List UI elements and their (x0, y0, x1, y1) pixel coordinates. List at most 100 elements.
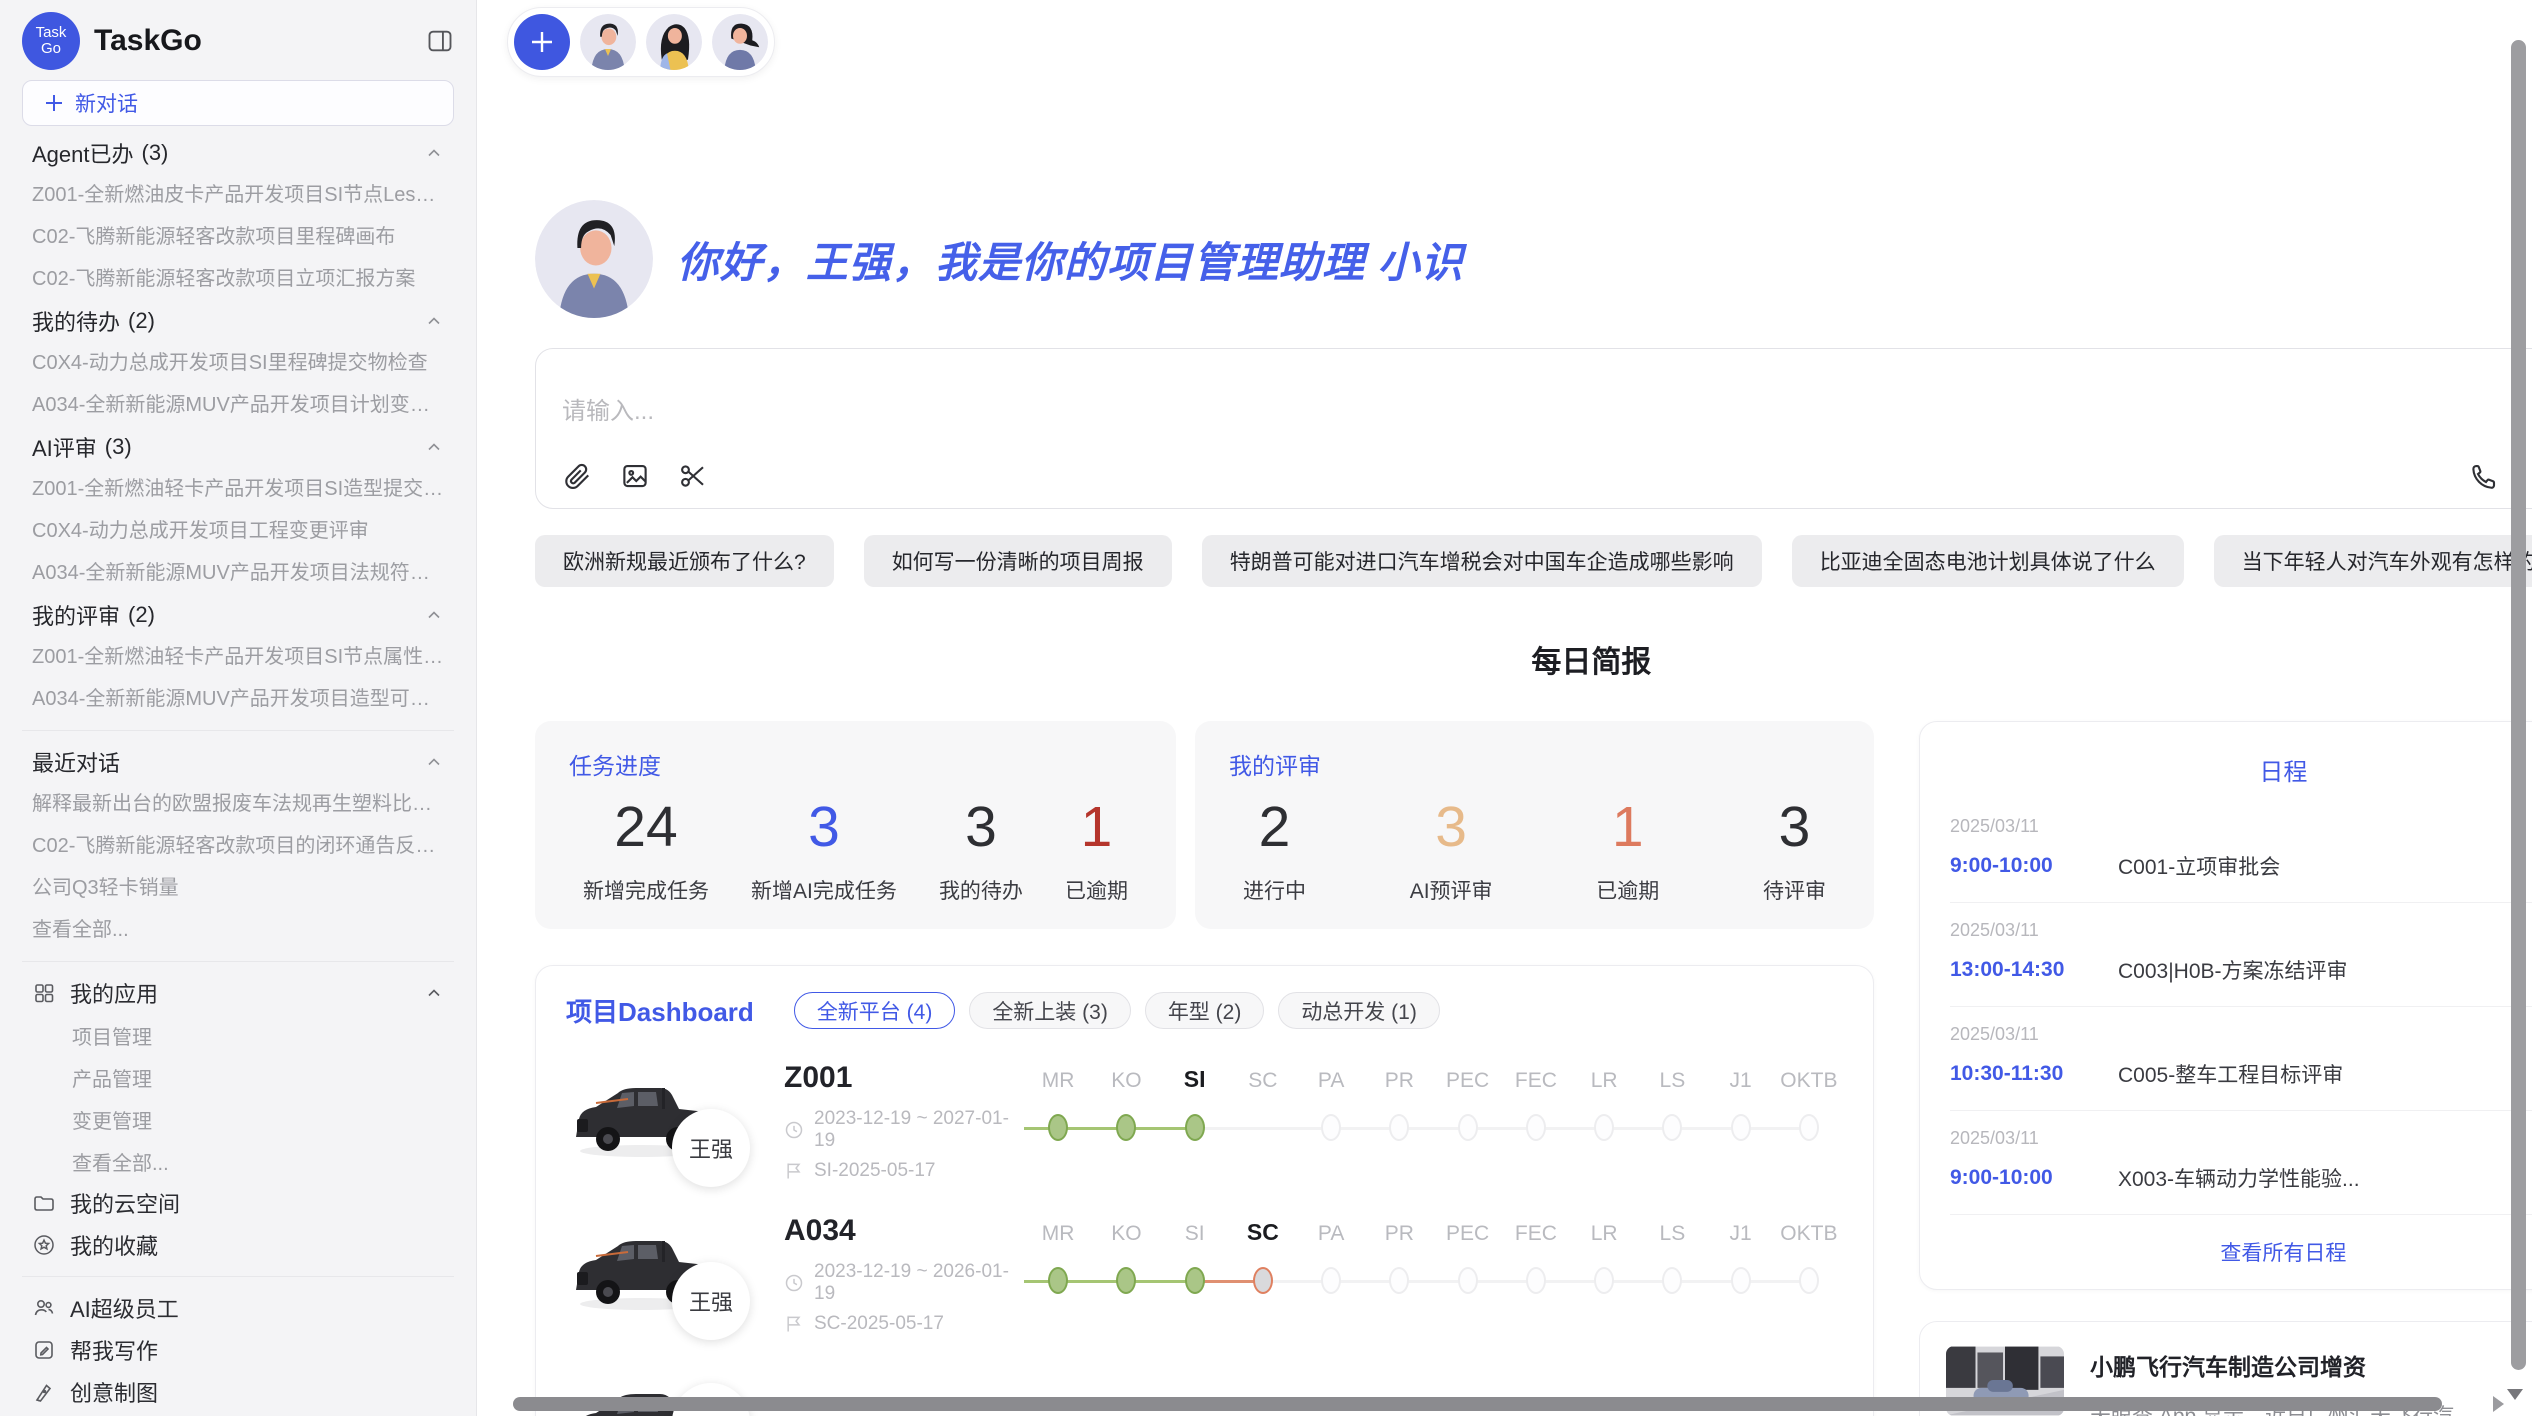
milestone-dot (1662, 1114, 1682, 1141)
contact-avatar-1[interactable] (580, 14, 636, 70)
milestone-label: J1 (1730, 1061, 1752, 1093)
stat-ai-done: 3 新增AI完成任务 (751, 795, 897, 905)
sidebar-item-product-mgmt[interactable]: 产品管理 (22, 1056, 454, 1098)
suggestion-chip[interactable]: 当下年轻人对汽车外观有怎样的喜好趋势 (2214, 535, 2532, 587)
sidebar-item[interactable]: Z001-全新燃油轻卡产品开发项目SI造型提交物评审 (22, 468, 454, 510)
sidebar-item-favorites[interactable]: 我的收藏 (22, 1224, 454, 1266)
schedule-event: 2025/03/11 13:00-14:30 C003|H0B-方案冻结评审 加… (1950, 903, 2532, 1007)
schedule-event: 2025/03/11 9:00-10:00 C001-立项审批会 加入 (1950, 799, 2532, 903)
clock-icon (784, 1273, 804, 1293)
filter-pill[interactable]: 动总开发 (1) (1278, 992, 1440, 1029)
milestone-dot (1526, 1114, 1546, 1141)
milestone-label: PEC (1446, 1061, 1489, 1093)
project-row-z001[interactable]: 王强 Z001 2023-12-19 ~ 2027-01-19 SI-2025-… (566, 1059, 1843, 1182)
suggestion-chip[interactable]: 如何写一份清晰的项目周报 (864, 535, 1172, 587)
scroll-down-arrow-icon[interactable] (2507, 1389, 2523, 1400)
filter-pill[interactable]: 年型 (2) (1145, 992, 1265, 1029)
main-area: 王强 你好，王强，我是你的项目管理助理 小识 欧洲新 (477, 0, 2532, 1416)
sidebar-item[interactable]: 公司Q3轻卡销量 (22, 867, 454, 909)
stat-in-progress: 2 进行中 (1243, 795, 1306, 905)
event-time: 10:30-11:30 (1950, 1062, 2118, 1086)
sidebar-item[interactable]: 解释最新出台的欧盟报废车法规再生塑料比例被调至15%... (22, 783, 454, 825)
sidebar-section-agent-done[interactable]: Agent已办(3) (22, 132, 454, 174)
scroll-right-arrow-icon[interactable] (2493, 1396, 2504, 1412)
divider (22, 1276, 454, 1277)
sidebar-item-view-all-apps[interactable]: 查看全部... (22, 1140, 454, 1182)
horizontal-scrollbar-thumb[interactable] (513, 1397, 2442, 1411)
sidebar-item[interactable]: C02-飞腾新能源轻客改款项目的闭环通告反馈情况 (22, 825, 454, 867)
milestone-label: J1 (1730, 1214, 1752, 1246)
milestone-label: PR (1385, 1214, 1414, 1246)
sidebar-item[interactable]: C02-飞腾新能源轻客改款项目立项汇报方案 (22, 258, 454, 300)
sidebar-section-recent-chats[interactable]: 最近对话 (22, 741, 454, 783)
image-upload-icon[interactable] (620, 461, 650, 491)
suggestion-chip[interactable]: 欧洲新规最近颁布了什么? (535, 535, 834, 587)
sidebar-item-creative-draw[interactable]: 创意制图 (22, 1371, 454, 1413)
sidebar-item[interactable]: C0X4-动力总成开发项目SI里程碑提交物检查 (22, 342, 454, 384)
voice-call-icon[interactable] (2469, 461, 2499, 491)
sidebar-item[interactable]: A034-全新新能源MUV产品开发项目造型可行性评审 (22, 678, 454, 720)
flag-icon (784, 1314, 804, 1334)
project-date-range: 2023-12-19 ~ 2026-01-19 (814, 1261, 1024, 1305)
divider (22, 730, 454, 731)
milestone-label: SI (1184, 1061, 1206, 1093)
sidebar-toggle-icon[interactable] (426, 27, 454, 55)
stat-new-done: 24 新增完成任务 (583, 795, 709, 905)
sidebar-item[interactable]: Z001-全新燃油皮卡产品开发项目SI节点Lesson Learn报告 (22, 174, 454, 216)
chevron-up-icon (424, 752, 444, 772)
sidebar-item[interactable]: Z001-全新燃油轻卡产品开发项目SI节点属性5D文件评审 (22, 636, 454, 678)
contact-avatar-2[interactable] (646, 14, 702, 70)
event-name: X003-车辆动力学性能验... (2118, 1163, 2532, 1193)
chevron-up-icon (424, 983, 444, 1003)
scissors-icon[interactable] (678, 461, 708, 491)
contact-avatar-3[interactable] (712, 14, 768, 70)
sidebar-item-change-mgmt[interactable]: 变更管理 (22, 1098, 454, 1140)
view-all-schedule-link[interactable]: 查看所有日程 (1950, 1215, 2532, 1267)
milestone-dot (1253, 1267, 1273, 1294)
milestone-label: PA (1318, 1061, 1344, 1093)
milestone-label: LS (1660, 1061, 1686, 1093)
sidebar-item[interactable]: C02-飞腾新能源轻客改款项目里程碑画布 (22, 216, 454, 258)
suggestion-chip[interactable]: 特朗普可能对进口汽车增税会对中国车企造成哪些影响 (1202, 535, 1762, 587)
suggestion-chip[interactable]: 比亚迪全固态电池计划具体说了什么 (1792, 535, 2184, 587)
sidebar-section-my-review[interactable]: 我的评审(2) (22, 594, 454, 636)
sidebar-section-my-todo[interactable]: 我的待办(2) (22, 300, 454, 342)
chat-input[interactable] (562, 391, 2532, 460)
folder-icon (32, 1191, 56, 1215)
divider (22, 961, 454, 962)
vertical-scrollbar-thumb[interactable] (2511, 40, 2526, 1370)
sidebar-item-project-mgmt[interactable]: 项目管理 (22, 1014, 454, 1056)
sidebar-item[interactable]: C0X4-动力总成开发项目工程变更评审 (22, 510, 454, 552)
stat-ai-prereview: 3 AI预评审 (1410, 795, 1493, 905)
event-name: C003|H0B-方案冻结评审 (2118, 955, 2532, 985)
new-chat-button[interactable]: 新对话 (22, 80, 454, 126)
sidebar-item-cloud-space[interactable]: 我的云空间 (22, 1182, 454, 1224)
sidebar-item-view-all[interactable]: 查看全部... (22, 909, 454, 951)
sidebar-item-write-helper[interactable]: 帮我写作 (22, 1329, 454, 1371)
sidebar-item-my-apps[interactable]: 我的应用 (22, 972, 454, 1014)
attach-icon[interactable] (562, 461, 592, 491)
app-title: TaskGo (94, 24, 202, 58)
milestone-label: LR (1591, 1214, 1618, 1246)
add-contact-button[interactable] (514, 14, 570, 70)
filter-pill[interactable]: 全新上装 (3) (969, 992, 1131, 1029)
event-name: C005-整车工程目标评审 (2118, 1059, 2532, 1089)
sidebar-item-ai-staff[interactable]: AI超级员工 (22, 1287, 454, 1329)
schedule-card: 日程 2025/03/11 9:00-10:00 C001-立项审批会 加入 2… (1919, 721, 2532, 1290)
milestone-label: FEC (1515, 1214, 1557, 1246)
stat-my-todo: 3 我的待办 (939, 795, 1023, 905)
milestone-label: SC (1248, 1061, 1277, 1093)
milestone-dot (1389, 1114, 1409, 1141)
task-progress-card: 任务进度 24 新增完成任务 3 新增AI完成任务 3 (535, 721, 1176, 929)
sidebar-section-ai-review[interactable]: AI评审(3) (22, 426, 454, 468)
milestone-label: SC (1247, 1214, 1279, 1246)
filter-pill[interactable]: 全新平台 (4) (794, 992, 956, 1029)
project-next-milestone: SC-2025-05-17 (814, 1313, 944, 1335)
sidebar-item[interactable]: A034-全新新能源MUV产品开发项目计划变更表编写 (22, 384, 454, 426)
sidebar-item[interactable]: A034-全新新能源MUV产品开发项目法规符合性评审 (22, 552, 454, 594)
milestone-dot (1458, 1114, 1478, 1141)
apps-grid-icon (32, 981, 56, 1005)
milestone-dot (1458, 1267, 1478, 1294)
event-time: 13:00-14:30 (1950, 958, 2118, 982)
project-row-a034[interactable]: 王强 A034 2023-12-19 ~ 2026-01-19 SC-2025-… (566, 1212, 1843, 1335)
